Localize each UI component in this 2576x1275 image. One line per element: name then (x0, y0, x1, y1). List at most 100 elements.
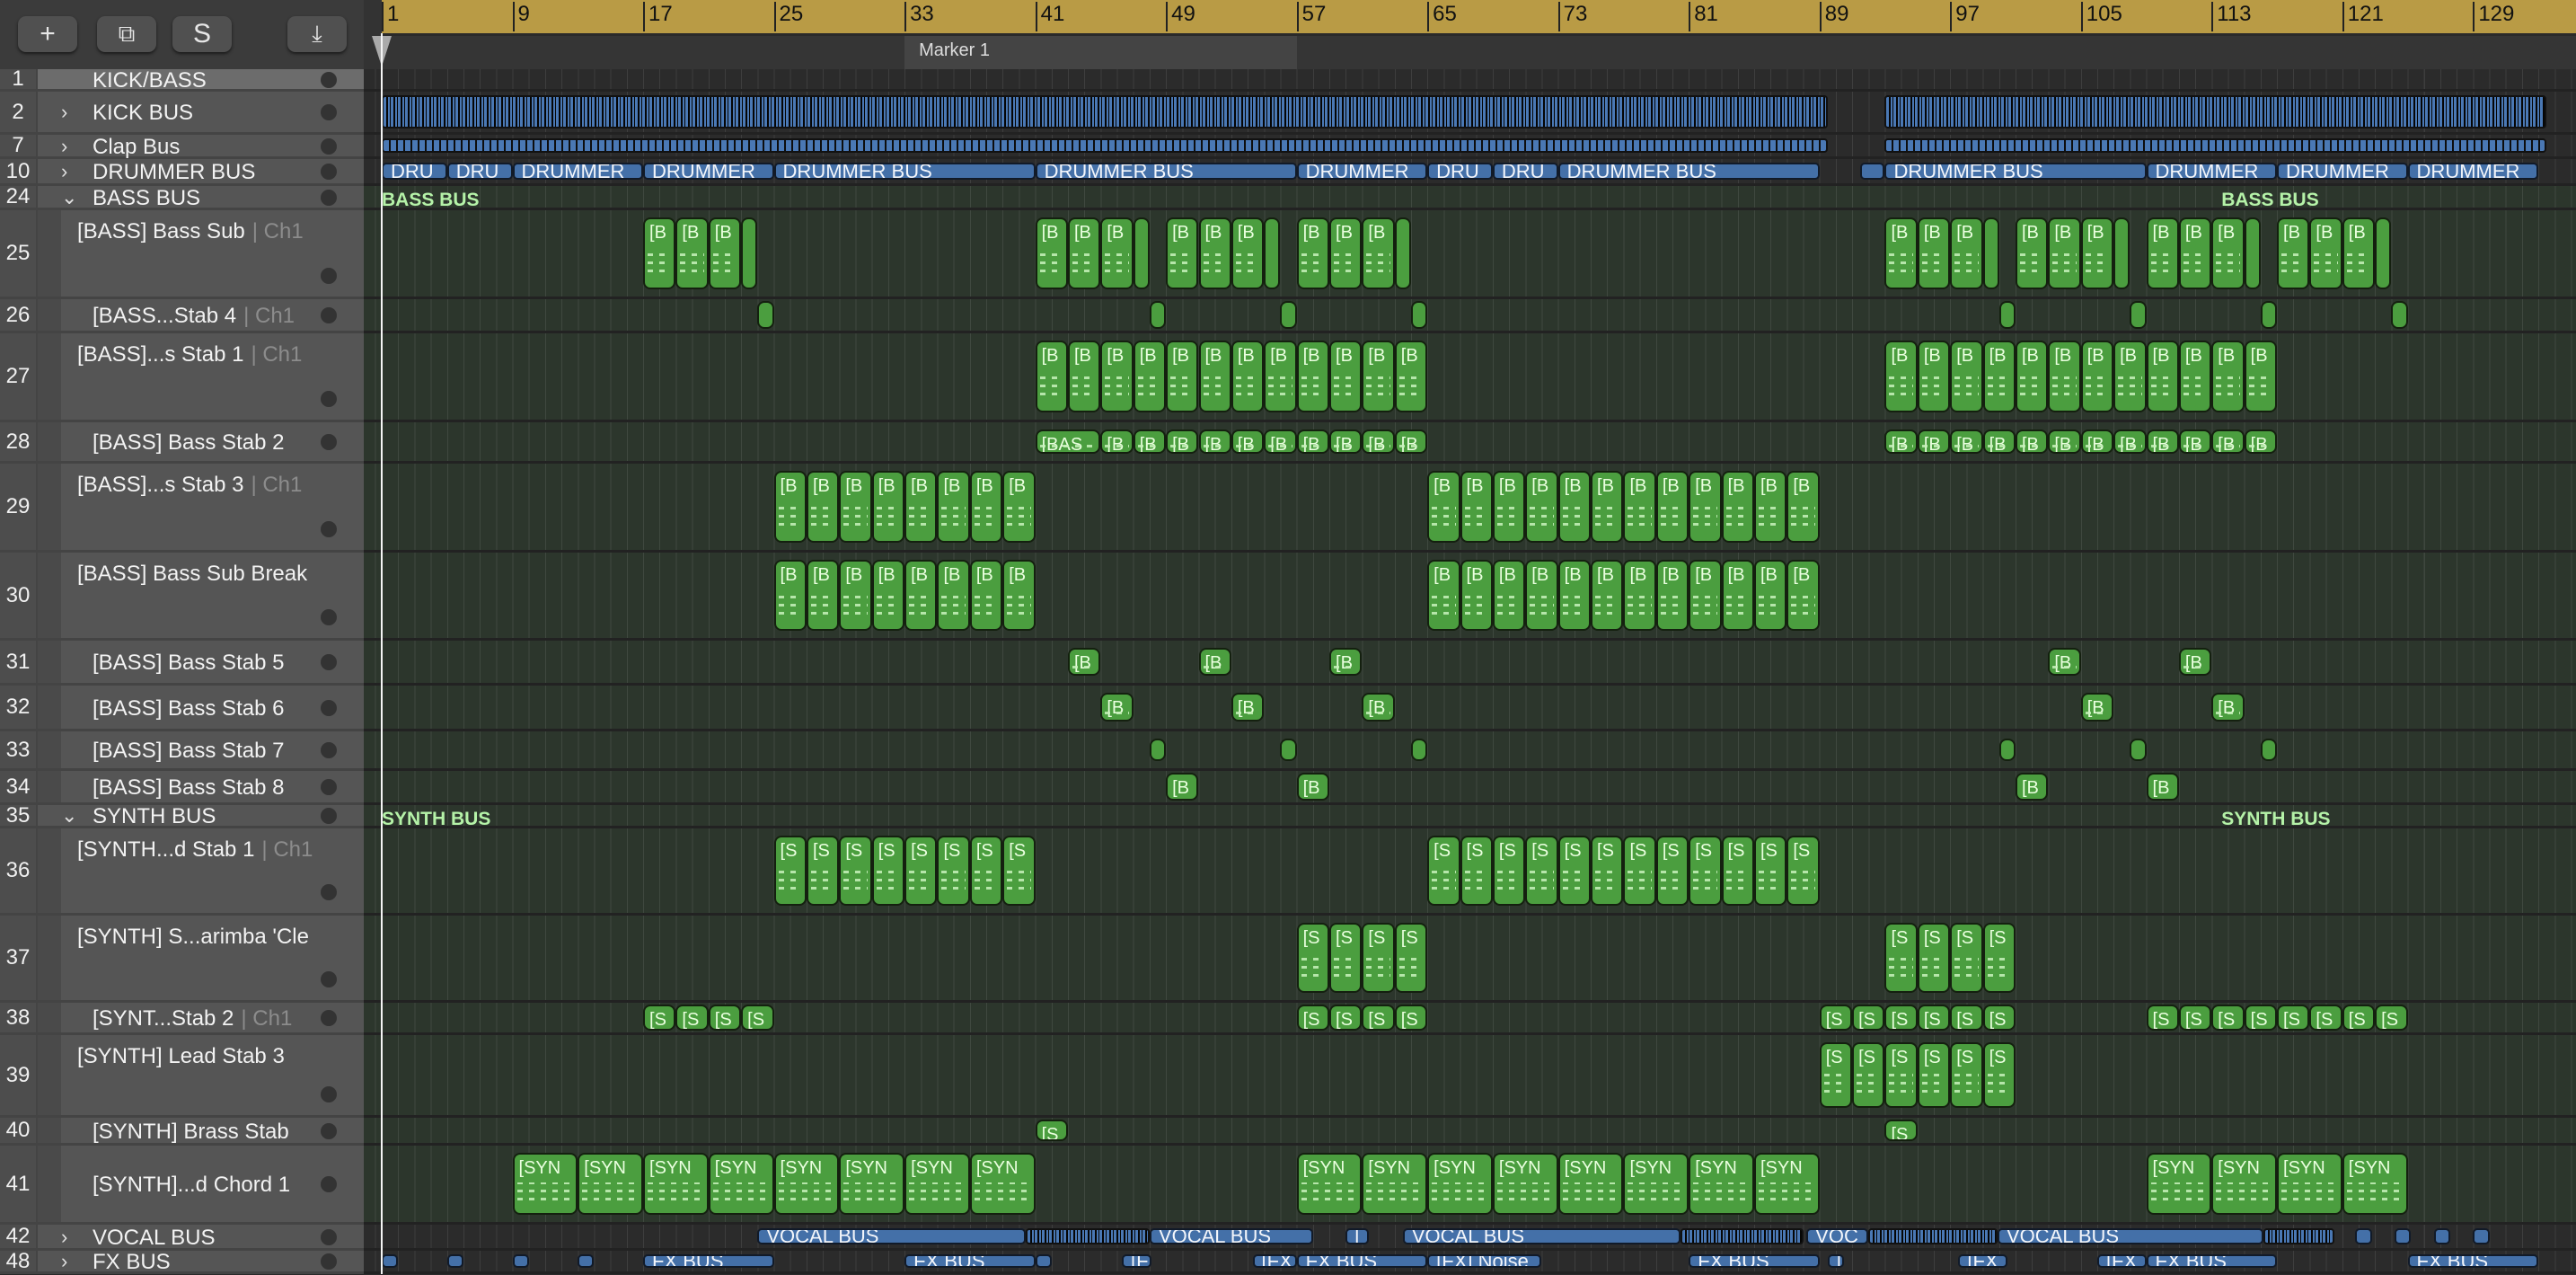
midi-region[interactable]: [S (839, 836, 872, 906)
record-enable-button[interactable] (321, 1253, 337, 1270)
midi-region[interactable]: [S (2309, 1005, 2342, 1031)
midi-region[interactable]: [B (2211, 341, 2245, 412)
midi-region[interactable]: [S (1296, 1005, 1329, 1031)
midi-region[interactable]: [B (871, 471, 905, 543)
midi-region[interactable]: [B (1362, 693, 1395, 722)
record-enable-button[interactable] (321, 884, 337, 900)
midi-region[interactable] (1410, 739, 1428, 761)
midi-region[interactable] (1410, 301, 1428, 329)
midi-region[interactable]: [B (1100, 429, 1134, 454)
audio-region[interactable] (1884, 138, 2547, 153)
midi-region[interactable]: [S (1591, 836, 1624, 906)
record-enable-button[interactable] (321, 808, 337, 824)
midi-region[interactable]: [B (773, 471, 807, 543)
midi-region[interactable]: [S (1460, 836, 1493, 906)
marker-track[interactable]: Marker 1 (382, 36, 2576, 69)
audio-region[interactable] (382, 1254, 399, 1268)
midi-region[interactable]: [B (1460, 560, 1493, 631)
midi-region[interactable]: [SYN (643, 1153, 709, 1215)
audio-region[interactable] (382, 95, 1828, 128)
midi-region[interactable]: [SYN (773, 1153, 840, 1215)
track-lane-39[interactable]: [S [S [S [S [S [S (364, 1035, 2576, 1118)
midi-region[interactable]: [B (2016, 217, 2049, 289)
midi-region[interactable]: [B (2080, 693, 2114, 722)
midi-region[interactable]: [B (1198, 648, 1231, 676)
midi-region[interactable]: [B (1917, 341, 1951, 412)
midi-region[interactable]: [B (1786, 560, 1820, 631)
record-enable-button[interactable] (321, 1176, 337, 1192)
midi-region[interactable]: [S (1950, 1005, 1983, 1031)
track-lane-32[interactable]: [B [B [B [B [B (364, 686, 2576, 731)
midi-region[interactable]: [B (1329, 217, 1363, 289)
midi-region[interactable] (1280, 739, 1297, 761)
midi-region[interactable]: [S (2342, 1005, 2376, 1031)
midi-region[interactable]: [B (708, 217, 742, 289)
midi-region[interactable]: [S (1819, 1042, 1853, 1108)
track-header-32[interactable]: 32 [BASS] Bass Stab 6 (0, 686, 364, 731)
midi-region[interactable]: [SYN (1362, 1153, 1428, 1215)
midi-region[interactable]: [B (1950, 341, 1983, 412)
track-header-25[interactable]: 25 [BASS] Bass Sub | Ch1 (0, 210, 364, 299)
record-enable-button[interactable] (321, 654, 337, 670)
track-header-27[interactable]: 27 [BASS]...s Stab 1 | Ch1 (0, 333, 364, 422)
audio-region[interactable] (446, 1254, 463, 1268)
midi-region[interactable]: [B (1231, 693, 1265, 722)
midi-region[interactable] (1394, 217, 1411, 289)
midi-region[interactable]: [SYN (904, 1153, 970, 1215)
midi-region[interactable]: [B (1166, 217, 1199, 289)
midi-region[interactable]: [B (2244, 429, 2278, 454)
audio-region[interactable]: FX BUS (2407, 1254, 2539, 1268)
midi-region[interactable]: [B (1296, 429, 1329, 454)
midi-region[interactable]: [B (1982, 429, 2016, 454)
midi-region[interactable]: [S (1917, 1005, 1951, 1031)
midi-region[interactable]: [SYN (1557, 1153, 1624, 1215)
midi-region[interactable]: [SYN (839, 1153, 905, 1215)
audio-region[interactable]: FX BUS (643, 1254, 774, 1268)
record-enable-button[interactable] (321, 268, 337, 284)
midi-region[interactable]: [B (2048, 341, 2081, 412)
midi-region[interactable]: [S (1982, 923, 2016, 993)
midi-region[interactable]: [B (675, 217, 709, 289)
midi-region[interactable]: [S (1950, 1042, 1983, 1108)
disclosure-chevron-icon[interactable]: › (61, 1250, 67, 1273)
record-enable-button[interactable] (321, 609, 337, 625)
midi-region[interactable]: [SYN (2342, 1153, 2408, 1215)
midi-region[interactable]: [B (2277, 217, 2310, 289)
midi-region[interactable]: [S (2277, 1005, 2310, 1031)
midi-region[interactable]: [B (2178, 648, 2212, 676)
track-lane-30[interactable]: [B [B [B [B [B [B [B [B [B [B [B [B [B [B [B [B [B [B [B [B (364, 553, 2576, 641)
track-lane-40[interactable]: [S [S (364, 1118, 2576, 1146)
audio-region[interactable]: DRU (446, 163, 513, 180)
midi-region[interactable]: [SYN (578, 1153, 644, 1215)
midi-region[interactable]: [B (806, 471, 840, 543)
track-lane-27[interactable]: [B [B [B [B [B [B [B [B [B [B [B [B [B [B [B [B [B [B [B [B… (364, 333, 2576, 422)
midi-region[interactable]: [B (2178, 217, 2212, 289)
midi-region[interactable]: [SYN (1753, 1153, 1820, 1215)
midi-region[interactable]: [B (2146, 429, 2179, 454)
midi-region[interactable]: [B (1950, 217, 1983, 289)
midi-region[interactable]: [S (1950, 923, 1983, 993)
record-enable-button[interactable] (321, 189, 337, 206)
track-header-2[interactable]: 2 › KICK BUS (0, 92, 364, 135)
midi-region[interactable]: [B (1067, 341, 1101, 412)
midi-region[interactable]: [B (2178, 341, 2212, 412)
midi-region[interactable]: [B (1623, 560, 1656, 631)
midi-region[interactable]: [B (1884, 429, 1918, 454)
midi-region[interactable] (2391, 301, 2408, 329)
midi-region[interactable]: [B (2113, 341, 2147, 412)
midi-region[interactable]: [B (1689, 471, 1722, 543)
disclosure-chevron-icon[interactable]: ⌄ (61, 186, 77, 209)
audio-region[interactable]: DRUMMER BUS (1557, 163, 1820, 180)
track-lane-7[interactable] (364, 135, 2576, 159)
midi-region[interactable]: [B (1655, 471, 1689, 543)
midi-region[interactable]: [S (1492, 836, 1526, 906)
track-header-24[interactable]: 24 ⌄ BASS BUS (0, 184, 364, 210)
track-header-42[interactable]: 42 › VOCAL BUS (0, 1224, 364, 1251)
midi-region[interactable]: [B (1329, 429, 1363, 454)
record-enable-button[interactable] (321, 1122, 337, 1139)
track-lane-25[interactable]: [B [B [B [B [B [B [B [B [B [B [B [B [B [B [B [B [B [B [B [B… (364, 210, 2576, 299)
midi-region[interactable]: [B (839, 471, 872, 543)
midi-region[interactable]: [B (1492, 560, 1526, 631)
midi-region[interactable] (1149, 739, 1167, 761)
midi-region[interactable]: [B (1753, 471, 1787, 543)
